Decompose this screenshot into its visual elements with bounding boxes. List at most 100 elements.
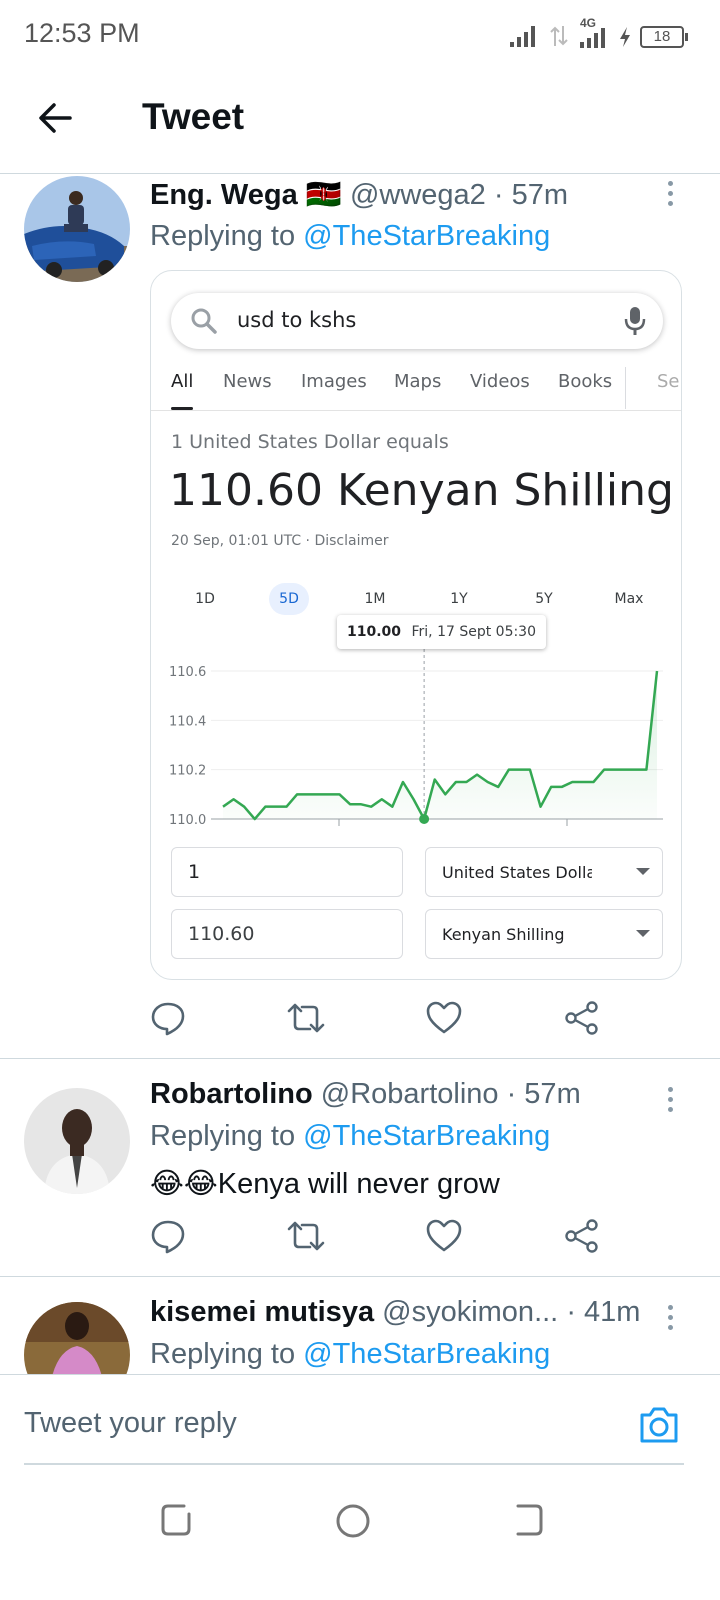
tab-separator <box>625 367 626 409</box>
reply-button[interactable] <box>150 1218 190 1258</box>
back-nav-icon <box>516 1504 543 1536</box>
currency-from-value: United States Dollar <box>442 863 592 882</box>
replying-to-prefix: Replying to <box>150 220 296 252</box>
tweet-actions <box>150 1218 610 1258</box>
conversion-date: 20 Sep, 01:01 UTC · Disclaimer <box>171 533 389 549</box>
battery-indicator: 18 <box>640 26 688 48</box>
avatar[interactable] <box>24 176 130 282</box>
reply-icon <box>151 1002 185 1036</box>
amount-from-value: 1 <box>188 861 201 883</box>
dropdown-caret-icon <box>636 930 650 937</box>
author-name[interactable]: kisemei mutisya <box>150 1296 374 1328</box>
author-name[interactable]: Eng. Wega <box>150 179 298 211</box>
tweet-timestamp: · 41m <box>566 1296 641 1328</box>
recents-icon <box>161 1504 191 1536</box>
status-time: 12:53 PM <box>24 18 140 48</box>
author-name[interactable]: Robartolino <box>150 1078 313 1110</box>
like-button[interactable] <box>426 1000 466 1040</box>
chart-y-tick-label: 110.6 <box>169 665 206 680</box>
reply-button[interactable] <box>150 1000 190 1040</box>
share-button[interactable] <box>564 1000 604 1040</box>
replying-to-prefix: Replying to <box>150 1338 296 1370</box>
tweet-actions <box>150 1000 610 1040</box>
amount-to-input: 110.60 <box>171 909 403 959</box>
mention-link[interactable]: @TheStarBreaking <box>303 1120 550 1152</box>
google-tab: News <box>223 371 272 392</box>
back-nav-button[interactable] <box>510 1502 550 1542</box>
share-button[interactable] <box>564 1218 604 1258</box>
tweet-timestamp: · 57m <box>506 1078 581 1110</box>
more-vertical-icon <box>660 181 680 206</box>
tweet[interactable]: kisemei mutisya @syokimon... · 41m Reply… <box>0 1296 720 1374</box>
range-1m: 1M <box>364 591 386 607</box>
back-button[interactable] <box>34 96 78 140</box>
tweet-header: kisemei mutisya @syokimon... · 41m <box>150 1296 640 1329</box>
google-tab: Videos <box>470 371 530 392</box>
signal-4g-icon: 4G <box>578 16 610 48</box>
like-button[interactable] <box>426 1218 466 1258</box>
signal-icon <box>510 26 535 47</box>
more-options-button[interactable] <box>660 1302 680 1332</box>
reply-composer: Tweet your reply <box>0 1374 720 1465</box>
charging-icon <box>620 27 630 47</box>
kenya-flag-emoji: 🇰🇪 <box>305 179 342 211</box>
search-icon <box>191 308 217 334</box>
top-app-bar: Tweet <box>0 64 720 174</box>
mention-link[interactable]: @TheStarBreaking <box>303 1338 550 1370</box>
google-tab: All <box>171 371 194 392</box>
tweet-divider <box>0 1276 720 1277</box>
retweet-icon <box>287 1003 325 1033</box>
range-max: Max <box>614 591 644 607</box>
retweet-button[interactable] <box>286 1218 326 1258</box>
reply-icon <box>151 1220 185 1254</box>
author-handle[interactable]: @syokimon... <box>382 1296 558 1328</box>
google-tab: Books <box>558 371 613 392</box>
camera-icon <box>640 1407 678 1443</box>
tooltip-value: 110.00 <box>347 624 402 640</box>
currency-to-value: Kenyan Shilling <box>442 925 565 944</box>
tweet[interactable]: Eng. Wega 🇰🇪 @wwega2 · 57m Replying to @… <box>0 174 720 1060</box>
recents-button[interactable] <box>158 1502 198 1542</box>
mention-link[interactable]: @TheStarBreaking <box>303 220 550 252</box>
author-handle[interactable]: @Robartolino <box>321 1078 499 1110</box>
status-bar: 12:53 PM 4G 18 <box>0 0 720 64</box>
currency-to-select: Kenyan Shilling <box>425 909 663 959</box>
google-tab: Maps <box>394 371 442 392</box>
status-icons: 4G 18 <box>508 16 688 48</box>
more-options-button[interactable] <box>660 1084 680 1114</box>
share-icon <box>565 1219 598 1253</box>
tweet-image[interactable]: usd to kshs All News Images Maps Videos … <box>150 270 682 980</box>
google-tab: Se <box>657 371 680 392</box>
google-search-bar: usd to kshs <box>171 293 663 349</box>
google-tab: Images <box>301 371 367 392</box>
more-options-button[interactable] <box>660 178 680 208</box>
conversion-result: 110.60 Kenyan Shilling <box>169 465 674 516</box>
camera-button[interactable] <box>638 1405 680 1445</box>
chart-y-tick-label: 110.4 <box>169 714 206 729</box>
tweet-text: 😂😂Kenya will never grow <box>150 1168 500 1200</box>
amount-to-value: 110.60 <box>188 923 255 945</box>
chart-y-tick-label: 110.2 <box>169 764 206 779</box>
replying-to-prefix: Replying to <box>150 1120 296 1152</box>
avatar[interactable] <box>24 1302 130 1374</box>
data-transfer-icon <box>550 26 568 46</box>
tweet-divider <box>0 1058 720 1059</box>
tweet-timestamp: · 57m <box>493 179 568 211</box>
heart-icon <box>426 1001 462 1034</box>
reply-input[interactable]: Tweet your reply <box>24 1407 237 1440</box>
range-5d: 5D <box>269 583 309 615</box>
more-vertical-icon <box>660 1087 680 1112</box>
retweet-button[interactable] <box>286 1000 326 1040</box>
avatar[interactable] <box>24 1088 130 1194</box>
share-icon <box>565 1001 598 1035</box>
heart-icon <box>426 1219 462 1252</box>
more-vertical-icon <box>660 1305 680 1330</box>
tooltip-time: Fri, 17 Sept 05:30 <box>411 624 537 640</box>
google-tabs: All News Images Maps Videos Books Se <box>151 367 681 411</box>
tweet[interactable]: Robartolino @Robartolino · 57m Replying … <box>0 1078 720 1278</box>
home-button[interactable] <box>334 1502 374 1542</box>
mic-icon <box>624 307 646 335</box>
arrow-left-icon <box>39 103 72 133</box>
author-handle[interactable]: @wwega2 <box>350 179 486 211</box>
home-circle-icon <box>336 1504 370 1538</box>
